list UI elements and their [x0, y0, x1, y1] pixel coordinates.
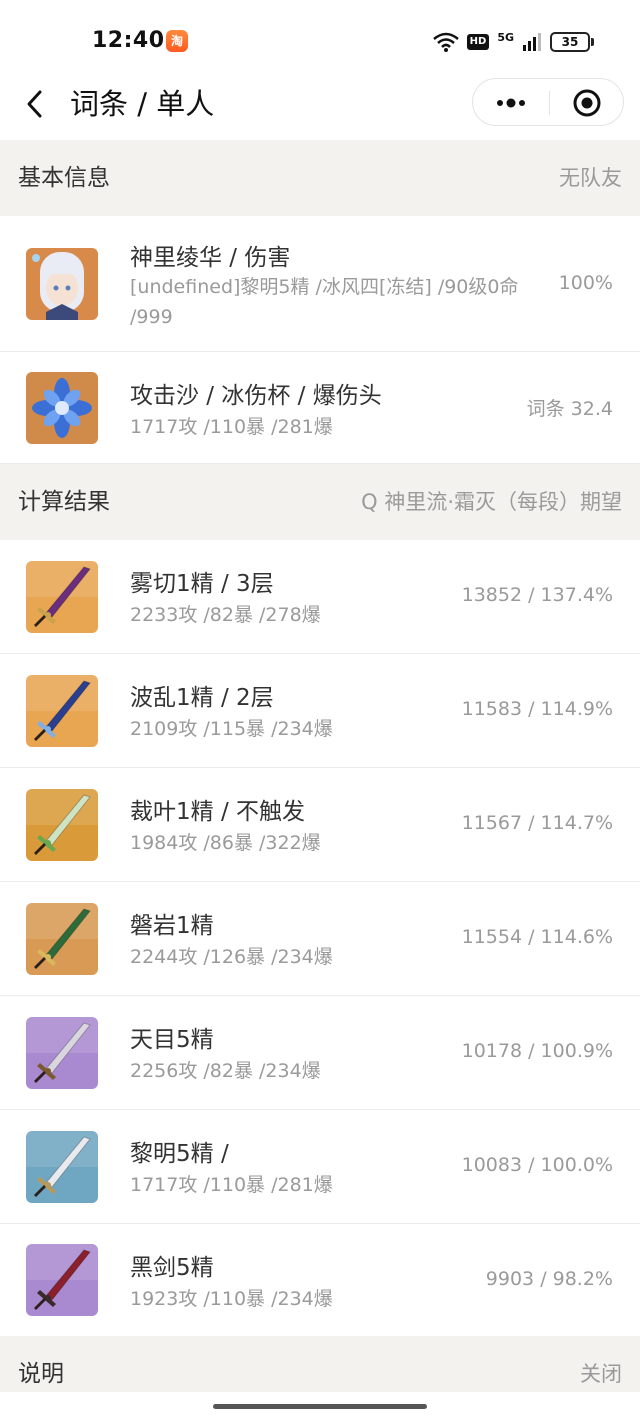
wifi-icon [432, 32, 459, 52]
weapon-icon [26, 561, 98, 633]
weapon-title: 黎明5精 / [130, 1141, 229, 1167]
more-icon[interactable] [491, 90, 531, 116]
nav-bar: 词条 / 单人 [0, 70, 640, 138]
home-indicator [213, 1404, 427, 1409]
weapon-title: 雾切1精 / 3层 [130, 571, 274, 597]
character-title: 神里绫华 / 伤害 [130, 245, 291, 271]
result-row[interactable]: 磐岩1精 2244攻 /126暴 /234爆 11554 / 114.6% [0, 882, 640, 996]
back-arrow-icon[interactable] [22, 84, 50, 124]
weapon-icon [26, 1244, 98, 1316]
weapon-stats: 2109攻 /115暴 /234爆 [130, 718, 333, 740]
artifact-value: 词条 32.4 [526, 398, 613, 420]
results-header: 计算结果 Q 神里流·霜灭（每段）期望 [0, 464, 640, 540]
weapon-icon [26, 903, 98, 975]
weapon-damage: 10083 / 100.0% [461, 1154, 613, 1176]
weapon-damage: 10178 / 100.9% [461, 1040, 613, 1062]
character-subtitle: [undefined]黎明5精 /冰风四[冻结] /90级0命 /999 [130, 276, 519, 328]
artifact-title: 攻击沙 / 冰伤杯 / 爆伤头 [130, 383, 382, 409]
character-row[interactable]: 神里绫华 / 伤害 [undefined]黎明5精 /冰风四[冻结] /90级0… [0, 216, 640, 352]
section-title: 基本信息 [18, 165, 110, 191]
status-icons: HD 5G 35 [432, 30, 594, 54]
weapon-icon [26, 675, 98, 747]
artifact-subtitle: 1717攻 /110暴 /281爆 [130, 416, 333, 438]
status-time: 12:40 [92, 28, 165, 53]
weapon-title: 磐岩1精 [130, 913, 214, 939]
capsule-divider [549, 91, 550, 115]
basic-info-header: 基本信息 无队友 [0, 140, 640, 216]
artifact-row[interactable]: 攻击沙 / 冰伤杯 / 爆伤头 1717攻 /110暴 /281爆 词条 32.… [0, 352, 640, 464]
weapon-damage: 13852 / 137.4% [461, 584, 613, 606]
artifact-icon [26, 372, 98, 444]
character-avatar [26, 248, 98, 320]
result-row[interactable]: 天目5精 2256攻 /82暴 /234爆 10178 / 100.9% [0, 996, 640, 1110]
page-title: 词条 / 单人 [70, 87, 215, 121]
weapon-stats: 1923攻 /110暴 /234爆 [130, 1288, 333, 1310]
close-target-icon[interactable] [571, 87, 603, 119]
weapon-stats: 1984攻 /86暴 /322爆 [130, 832, 321, 854]
weapon-damage: 9903 / 98.2% [485, 1268, 613, 1290]
weapon-stats: 2233攻 /82暴 /278爆 [130, 604, 321, 626]
hd-badge: HD [466, 34, 490, 50]
result-row[interactable]: 黑剑5精 1923攻 /110暴 /234爆 9903 / 98.2% [0, 1224, 640, 1336]
network-type: 5G [497, 31, 514, 44]
battery-icon: 35 [550, 32, 594, 52]
weapon-icon [26, 789, 98, 861]
weapon-stats: 2244攻 /126暴 /234爆 [130, 946, 333, 968]
result-row[interactable]: 波乱1精 / 2层 2109攻 /115暴 /234爆 11583 / 114.… [0, 654, 640, 768]
weapon-stats: 1717攻 /110暴 /281爆 [130, 1174, 333, 1196]
weapon-title: 波乱1精 / 2层 [130, 685, 274, 711]
weapon-icon [26, 1017, 98, 1089]
taobao-app-icon: 淘 [166, 30, 188, 52]
result-row[interactable]: 黎明5精 / 1717攻 /110暴 /281爆 10083 / 100.0% [0, 1110, 640, 1224]
weapon-damage: 11554 / 114.6% [461, 926, 613, 948]
signal-icon [523, 33, 541, 51]
weapon-title: 裁叶1精 / 不触发 [130, 799, 306, 825]
weapon-title: 天目5精 [130, 1027, 214, 1053]
mini-program-capsule [472, 78, 624, 126]
weapon-icon [26, 1131, 98, 1203]
result-row[interactable]: 雾切1精 / 3层 2233攻 /82暴 /278爆 13852 / 137.4… [0, 540, 640, 654]
character-value: 100% [558, 272, 613, 294]
weapon-stats: 2256攻 /82暴 /234爆 [130, 1060, 321, 1082]
status-bar: 12:40 淘 HD 5G 35 [0, 0, 640, 80]
weapon-damage: 11567 / 114.7% [461, 812, 613, 834]
teammate-status[interactable]: 无队友 [559, 140, 622, 216]
weapon-damage: 11583 / 114.9% [461, 698, 613, 720]
section-title: 计算结果 [18, 489, 110, 515]
result-row[interactable]: 裁叶1精 / 不触发 1984攻 /86暴 /322爆 11567 / 114.… [0, 768, 640, 882]
weapon-title: 黑剑5精 [130, 1255, 214, 1281]
skill-selector[interactable]: Q 神里流·霜灭（每段）期望 [361, 464, 622, 540]
